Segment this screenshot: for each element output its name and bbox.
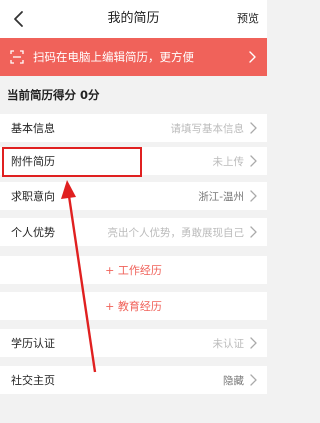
chevron-right-icon bbox=[248, 154, 258, 168]
top-nav-bar: 我的简历 预览 bbox=[0, 0, 267, 38]
scan-edit-banner[interactable]: 扫码在电脑上编辑简历，更方便 bbox=[0, 38, 267, 76]
page-title: 我的简历 bbox=[107, 11, 160, 26]
chevron-left-icon bbox=[14, 11, 23, 27]
row-label: 社交主页 bbox=[11, 374, 55, 387]
chevron-right-icon bbox=[248, 336, 258, 350]
chevron-right-icon bbox=[248, 189, 258, 203]
row-value: 亮出个人优势，勇敢展现自己 bbox=[107, 226, 245, 239]
score-label: 当前简历得分 bbox=[7, 88, 76, 102]
preview-button[interactable]: 预览 bbox=[237, 0, 259, 38]
row-social-homepage[interactable]: 社交主页 隐藏 bbox=[0, 366, 267, 394]
row-job-intent[interactable]: 求职意向 浙江-温州 bbox=[0, 182, 267, 210]
row-personal-strengths[interactable]: 个人优势 亮出个人优势，勇敢展现自己 bbox=[0, 218, 267, 246]
row-value: 浙江-温州 bbox=[198, 190, 244, 203]
add-work-experience-button[interactable]: + 工作经历 bbox=[0, 256, 267, 284]
banner-text: 扫码在电脑上编辑简历，更方便 bbox=[33, 50, 194, 64]
row-value: 隐藏 bbox=[223, 374, 244, 387]
row-label: 个人优势 bbox=[11, 226, 55, 239]
resume-screen: 我的简历 预览 扫码在电脑上编辑简历，更方便 当前简历得分 0分 基本信息 请填… bbox=[0, 0, 267, 423]
back-button[interactable] bbox=[8, 7, 28, 31]
resume-score: 当前简历得分 0分 bbox=[0, 80, 267, 110]
annotation-highlight-box bbox=[2, 147, 142, 177]
row-education-certification[interactable]: 学历认证 未认证 bbox=[0, 329, 267, 357]
chevron-right-icon bbox=[247, 50, 257, 64]
row-value: 未认证 bbox=[212, 337, 245, 350]
row-label: 求职意向 bbox=[11, 190, 55, 203]
chevron-right-icon bbox=[248, 373, 258, 387]
score-value: 0分 bbox=[80, 88, 100, 102]
row-value: 请填写基本信息 bbox=[170, 122, 245, 135]
row-basic-info[interactable]: 基本信息 请填写基本信息 bbox=[0, 114, 267, 142]
chevron-right-icon bbox=[248, 225, 258, 239]
row-value: 未上传 bbox=[212, 155, 245, 168]
row-label: 学历认证 bbox=[11, 337, 55, 350]
add-education-button[interactable]: + 教育经历 bbox=[0, 292, 267, 320]
scan-icon bbox=[10, 50, 24, 64]
chevron-right-icon bbox=[248, 121, 258, 135]
row-label: 基本信息 bbox=[11, 122, 55, 135]
